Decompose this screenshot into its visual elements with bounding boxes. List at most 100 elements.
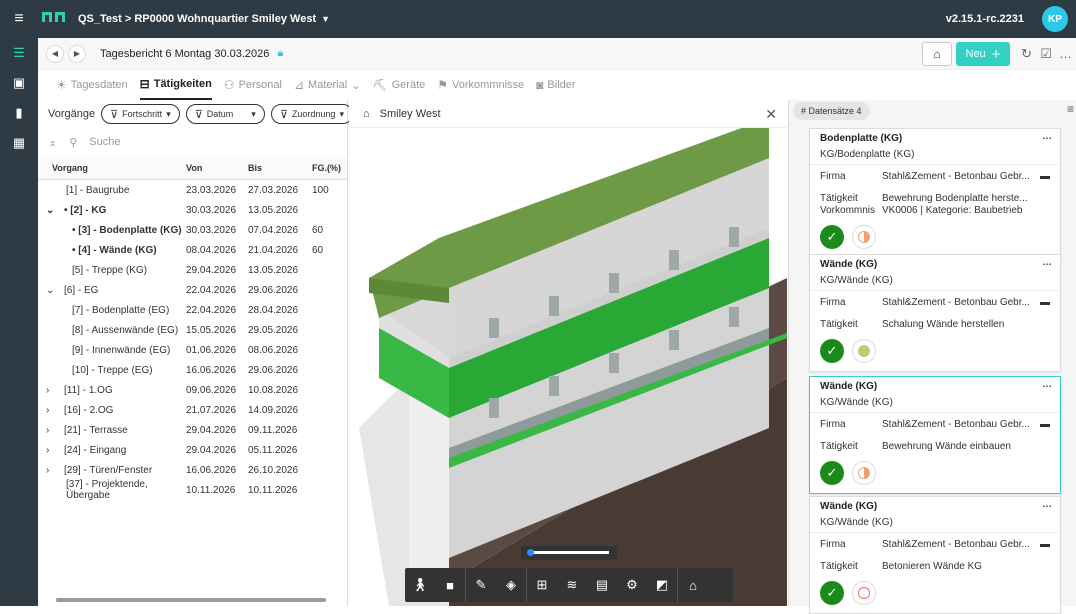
chevron-down-icon[interactable]: ▼ (321, 14, 330, 24)
table-row[interactable]: › [11] - 1.OG 09.06.2026 10.08.2026 (38, 380, 347, 400)
calendar-icon[interactable]: ▣ (0, 68, 38, 98)
row-name: [1] - Baugrube (66, 184, 130, 196)
table-row[interactable]: ⌄ [6] - EG 22.04.2026 29.06.2026 (38, 280, 347, 300)
card-subtitle: KG/Wände (KG) (810, 273, 1060, 291)
column-header[interactable]: FG.(%) (312, 163, 342, 173)
building-settings-icon[interactable]: ▦ (0, 128, 38, 158)
lock-icon[interactable]: 🔒︎ (277, 47, 283, 60)
table-row[interactable]: • [3] - Bodenplatte (KG) 30.03.2026 07.04.… (38, 220, 347, 240)
table-row[interactable]: › [24] - Eingang 29.04.2026 05.11.2026 (38, 440, 347, 460)
row-name: [29] - Türen/Fenster (64, 464, 153, 476)
project-selector[interactable]: QS_Test > RP0000 Wohnquartier Smiley Wes… (78, 13, 316, 25)
image-icon[interactable]: ▬ (1040, 171, 1050, 183)
checklist-icon[interactable]: ☑ (1040, 46, 1052, 62)
column-header[interactable]: Von (186, 163, 248, 173)
bar-chart-icon[interactable]: ▮ (0, 98, 38, 128)
chevron-down-icon[interactable]: ⌄ (46, 205, 58, 216)
table-row[interactable]: [1] - Baugrube 23.03.2026 27.03.2026 100 (38, 180, 347, 200)
tab-material[interactable]: ⊿ Material ⌄ (294, 70, 360, 100)
measure-icon[interactable]: ✎ (466, 568, 496, 602)
tab-tagesdaten[interactable]: ☀ Tagesdaten (56, 70, 128, 100)
record-card[interactable]: Wände (KG) … KG/Wände (KG) Firma Stahl&Zemen… (809, 376, 1061, 494)
table-row[interactable]: [37] - Projektende, Übergabe 10.11.2026 10… (38, 479, 347, 501)
check-icon[interactable]: ✓ (820, 225, 844, 249)
close-icon[interactable]: ✕ (765, 106, 777, 123)
chevron-right-icon[interactable]: › (46, 405, 58, 416)
more-icon[interactable]: … (1042, 131, 1052, 142)
3d-model-scene[interactable] (349, 128, 787, 606)
table-row[interactable]: › [16] - 2.OG 21.07.2026 14.09.2026 (38, 400, 347, 420)
fullscreen-icon[interactable]: ◩ (647, 568, 677, 602)
3d-home-icon[interactable]: ⌂ (678, 568, 708, 602)
record-card[interactable]: Wände (KG) … KG/Wände (KG) Firma Stahl&Zemen… (809, 496, 1061, 614)
row-bis: 29.05.2026 (248, 324, 299, 336)
status-button[interactable] (852, 581, 876, 605)
image-icon[interactable]: ▬ (1040, 539, 1050, 551)
chevron-right-icon[interactable]: › (46, 445, 58, 456)
walk-icon[interactable]: 🚶︎ (405, 568, 435, 602)
row-bis: 29.06.2026 (248, 364, 299, 376)
filter-chip-progress[interactable]: ⊽ Fortschritt ▾ (101, 104, 180, 124)
user-avatar[interactable]: KP (1042, 6, 1068, 32)
table-row[interactable]: ⌄ • [2] - KG 30.03.2026 13.05.2026 (38, 200, 347, 220)
column-header[interactable]: Vorgang (38, 163, 186, 173)
check-icon[interactable]: ✓ (820, 339, 844, 363)
list-icon[interactable]: ☰ (0, 38, 38, 68)
chevron-down-icon: ▾ (339, 108, 344, 119)
record-card[interactable]: Bodenplatte (KG) … KG/Bodenplatte (KG) Firm… (809, 128, 1061, 258)
table-row[interactable]: [9] - Innenwände (EG) 01.06.2026 08.06.202… (38, 340, 347, 360)
horizontal-scrollbar[interactable] (48, 598, 338, 604)
chevron-right-icon[interactable]: › (46, 465, 58, 476)
3d-view-button[interactable]: ⌂ (922, 42, 952, 66)
status-button[interactable] (852, 461, 876, 485)
sync-icon[interactable]: ↻ (1021, 46, 1032, 62)
status-button[interactable] (852, 339, 876, 363)
previous-button[interactable]: ◀ (46, 44, 64, 63)
check-icon[interactable]: ✓ (820, 461, 844, 485)
more-icon[interactable]: … (1042, 257, 1052, 268)
filter-chip-date[interactable]: ⊽ Datum ▾ (185, 104, 265, 124)
chevron-right-icon[interactable]: › (46, 385, 58, 396)
status-button[interactable] (852, 225, 876, 249)
table-row[interactable]: [5] - Treppe (KG) 29.04.2026 13.05.2026 (38, 260, 347, 280)
filter-chip-assignment[interactable]: ⊽ Zuordnung ▾ (270, 104, 353, 124)
image-icon[interactable]: ▬ (1040, 419, 1050, 431)
table-row[interactable]: • [4] - Wände (KG) 08.04.2026 21.04.2026 60 (38, 240, 347, 260)
table-row[interactable]: [10] - Treppe (EG) 16.06.2026 29.06.2026 (38, 360, 347, 380)
column-header[interactable]: Bis (248, 163, 312, 173)
new-button[interactable]: Neu + (956, 42, 1010, 66)
tab-personal[interactable]: ⚇ Personal (224, 70, 282, 100)
chevron-right-icon[interactable]: › (46, 425, 58, 436)
panel-menu-icon[interactable]: ≡ (1067, 102, 1074, 116)
image-icon[interactable]: ▬ (1040, 297, 1050, 309)
tab-vorkommnisse[interactable]: ⚑ Vorkommnisse (437, 70, 524, 100)
row-name: • [3] - Bodenplatte (KG) (72, 224, 182, 236)
row-fg: 60 (312, 224, 324, 236)
viewer-slider[interactable] (521, 546, 617, 560)
more-icon[interactable]: … (1042, 379, 1052, 390)
table-row[interactable]: › [29] - Türen/Fenster 16.06.2026 26.10.202… (38, 460, 347, 480)
properties-icon[interactable]: ▤ (587, 568, 617, 602)
settings-icon[interactable]: ⚙ (617, 568, 647, 602)
card-title: Wände (KG) (820, 381, 878, 392)
layers-icon[interactable]: ≋ (557, 568, 587, 602)
section-box-icon[interactable]: ◈ (496, 568, 526, 602)
camera-icon[interactable]: ■ (435, 568, 465, 602)
tab-bilder[interactable]: ◙ Bilder (536, 70, 575, 100)
collapse-all-icon[interactable]: ⌅ (48, 136, 57, 149)
tab-geräte[interactable]: ⛏ Geräte (372, 70, 425, 100)
slider-knob[interactable] (527, 549, 534, 556)
check-icon[interactable]: ✓ (820, 581, 844, 605)
search-input[interactable]: Suche (89, 136, 120, 148)
more-icon[interactable]: … (1042, 499, 1052, 510)
chevron-down-icon[interactable]: ⌄ (46, 285, 58, 296)
record-card[interactable]: Wände (KG) … KG/Wände (KG) Firma Stahl&Zemen… (809, 254, 1061, 372)
model-tree-icon[interactable]: ⊞ (527, 568, 557, 602)
table-row[interactable]: [8] - Aussenwände (EG) 15.05.2026 29.05.20… (38, 320, 347, 340)
tab-tätigkeiten[interactable]: ⊟ Tätigkeiten (139, 70, 212, 100)
table-row[interactable]: [7] - Bodenplatte (EG) 22.04.2026 28.04.20… (38, 300, 347, 320)
more-icon[interactable]: … (1059, 46, 1072, 61)
next-button[interactable]: ▶ (68, 44, 86, 63)
hamburger-menu-icon[interactable]: ≡ (0, 10, 38, 28)
table-row[interactable]: › [21] - Terrasse 29.04.2026 09.11.2026 (38, 420, 347, 440)
